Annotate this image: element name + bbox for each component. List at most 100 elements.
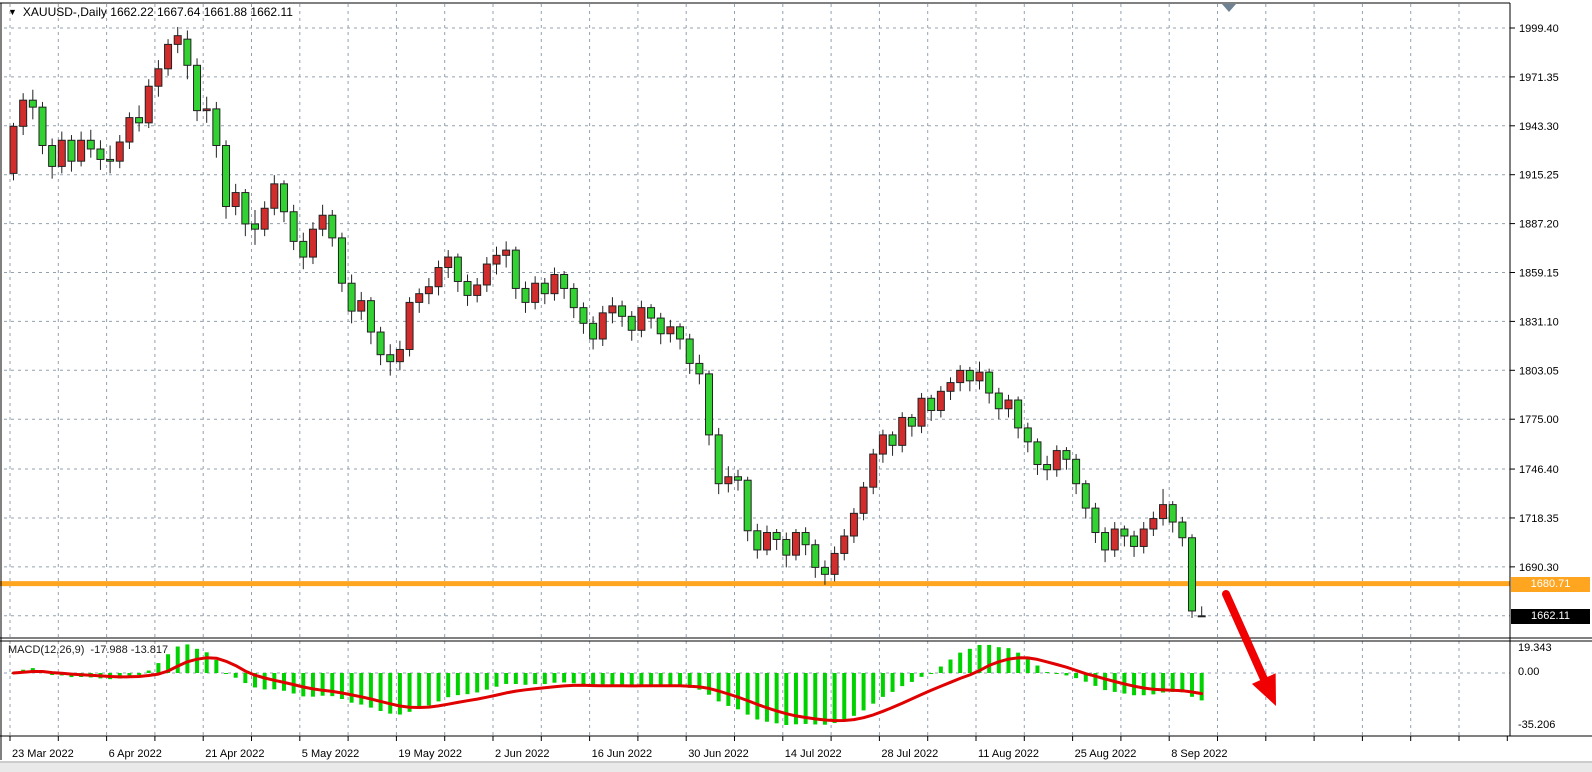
bull-candle: [319, 215, 326, 229]
bear-candle: [908, 417, 915, 426]
price-axis-label: 1803.05: [1519, 365, 1559, 377]
macd-histogram-bar: [620, 673, 624, 686]
price-axis-label: 1859.15: [1519, 267, 1559, 279]
bull-candle: [155, 69, 162, 86]
date-axis-label: 14 Jul 2022: [785, 748, 842, 760]
bear-candle: [223, 145, 230, 206]
macd-histogram-bar: [1035, 666, 1039, 673]
bear-candle: [39, 107, 46, 145]
macd-histogram-bar: [417, 673, 421, 709]
macd-histogram-bar: [205, 652, 209, 673]
date-axis-label: 16 Jun 2022: [592, 748, 653, 760]
date-axis-label: 30 Jun 2022: [688, 748, 749, 760]
macd-histogram-bar: [224, 673, 228, 674]
bull-candle: [937, 391, 944, 410]
triangle-down-marker: [1222, 4, 1236, 12]
bull-candle: [763, 533, 770, 550]
bear-candle: [348, 283, 355, 311]
macd-histogram-bar: [736, 673, 740, 709]
bear-candle: [754, 531, 761, 550]
macd-histogram-bar: [987, 645, 991, 673]
bull-candle: [841, 536, 848, 553]
bear-candle: [928, 398, 935, 410]
bear-candle: [648, 308, 655, 318]
bear-candle: [522, 288, 529, 302]
macd-histogram-bar: [379, 673, 383, 711]
macd-histogram-bar: [842, 673, 846, 720]
bull-candle: [474, 285, 481, 295]
bear-candle: [338, 238, 345, 283]
bull-candle: [725, 477, 732, 484]
macd-histogram-bar: [514, 673, 518, 684]
bull-candle: [532, 283, 539, 302]
macd-histogram-bar: [746, 673, 750, 715]
macd-histogram-bar: [881, 673, 885, 697]
bear-candle: [184, 39, 191, 65]
bear-candle: [677, 327, 684, 339]
bear-candle: [657, 318, 664, 334]
date-axis-label: 6 Apr 2022: [109, 748, 162, 760]
macd-axis-max: 19.343: [1518, 642, 1552, 654]
date-axis-label: 11 Aug 2022: [978, 748, 1039, 760]
bear-candle: [290, 212, 297, 242]
macd-histogram-bar: [137, 673, 141, 675]
bull-candle: [116, 142, 123, 161]
bear-candle: [1092, 508, 1099, 532]
bull-candle: [792, 533, 799, 556]
macd-histogram-bar: [562, 673, 566, 682]
chart-canvas[interactable]: 1999.401971.351943.301915.251887.201859.…: [0, 0, 1592, 772]
bear-candle: [686, 339, 693, 363]
bull-candle: [1160, 505, 1167, 519]
macd-histogram-bar: [359, 673, 363, 705]
bear-candle: [802, 533, 809, 545]
bear-candle: [773, 533, 780, 540]
bull-candle: [203, 109, 210, 111]
bear-candle: [812, 545, 819, 568]
symbol-info-bar: ▼XAUUSD-,Daily 1662.22 1667.64 1661.88 1…: [8, 5, 293, 19]
bear-candle: [280, 184, 287, 212]
macd-histogram-bar: [949, 660, 953, 673]
macd-histogram-bar: [398, 673, 402, 715]
price-axis-label: 1775.00: [1519, 414, 1559, 426]
bear-candle: [87, 140, 94, 149]
macd-histogram-bar: [147, 671, 151, 673]
macd-histogram-bar: [1026, 658, 1030, 673]
macd-histogram-bar: [920, 673, 924, 677]
bear-candle: [1169, 505, 1176, 522]
macd-histogram-bar: [552, 673, 556, 683]
date-axis-label: 2 Jun 2022: [495, 748, 549, 760]
macd-histogram-bar: [311, 673, 315, 697]
date-axis-label: 28 Jul 2022: [881, 748, 938, 760]
bull-candle: [20, 100, 27, 126]
bull-candle: [1140, 529, 1147, 546]
macd-histogram-bar: [649, 673, 653, 685]
bull-candle: [667, 327, 674, 334]
bear-candle: [252, 224, 259, 229]
macd-histogram-bar: [765, 673, 769, 722]
macd-histogram-bar: [958, 653, 962, 673]
bear-candle: [512, 250, 519, 288]
bull-candle: [947, 383, 954, 392]
macd-histogram-bar: [466, 673, 470, 694]
price-axis-label: 1999.40: [1519, 23, 1559, 35]
bear-candle: [377, 332, 384, 355]
bear-candle: [1179, 522, 1186, 538]
bull-candle: [309, 229, 316, 257]
bull-candle: [493, 255, 500, 264]
macd-histogram-bar: [1200, 673, 1204, 700]
macd-histogram-bar: [369, 673, 373, 708]
macd-histogram-bar: [263, 673, 267, 689]
macd-histogram-bar: [456, 673, 460, 695]
bear-candle: [136, 118, 143, 123]
date-axis-label: 8 Sep 2022: [1171, 748, 1227, 760]
bear-candle: [744, 480, 751, 531]
bear-candle: [995, 393, 1002, 409]
macd-histogram-bar: [495, 673, 499, 687]
bear-candle: [735, 477, 742, 480]
price-axis-label: 1887.20: [1519, 219, 1559, 231]
bull-candle: [551, 275, 558, 294]
status-strip: [0, 763, 1592, 772]
macd-histogram-bar: [726, 673, 730, 706]
bear-candle: [561, 275, 568, 289]
triangle-down-icon[interactable]: ▼: [8, 7, 17, 17]
